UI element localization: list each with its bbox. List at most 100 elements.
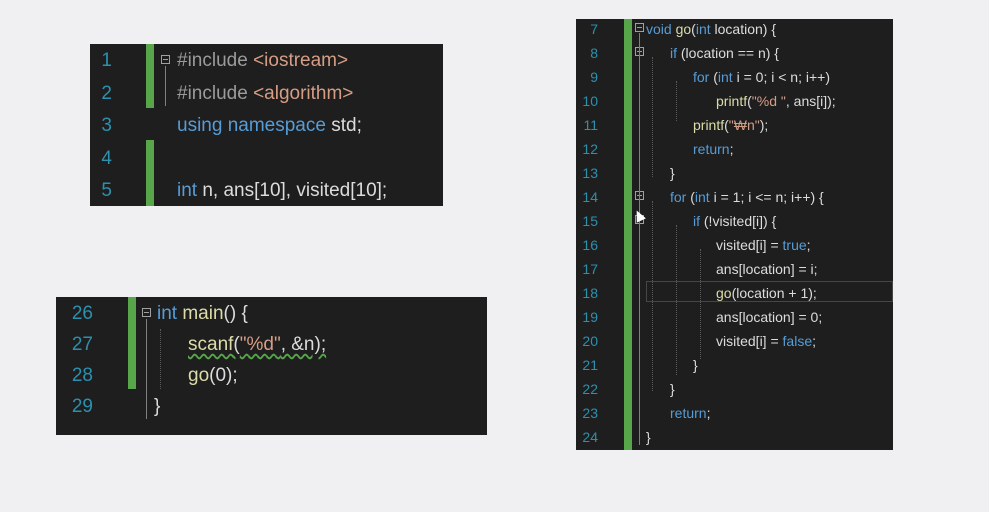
- code-token: go: [188, 365, 210, 386]
- code-token: #include: [177, 50, 254, 71]
- line-number: 1: [101, 50, 112, 71]
- code-token: "₩n": [728, 117, 760, 133]
- code-token: }: [670, 165, 675, 181]
- code-token: }: [670, 381, 675, 397]
- code-line[interactable]: 26 int main() {: [56, 298, 487, 329]
- code-token: ;: [706, 405, 711, 421]
- code-token: visited[i] =: [716, 333, 783, 349]
- code-token: ;: [812, 333, 816, 349]
- code-text: printf("%d ", ans[i]);: [716, 89, 836, 113]
- line-number: 29: [71, 396, 93, 417]
- code-text: }: [646, 425, 651, 449]
- code-token: () {: [223, 303, 248, 324]
- code-line[interactable]: 16 visited[i] = true;: [576, 233, 893, 257]
- code-line[interactable]: 14 for (int i = 1; i <= n; i++) {: [576, 185, 893, 209]
- code-text: if (!visited[i]) {: [693, 209, 776, 233]
- code-line[interactable]: 29}: [56, 391, 487, 422]
- code-token: (location == n) {: [680, 45, 779, 61]
- code-token: (0);: [209, 365, 238, 386]
- line-number: 26: [71, 303, 93, 324]
- line-number: 8: [590, 45, 598, 61]
- code-token: int: [177, 180, 203, 201]
- code-line[interactable]: 27 scanf("%d", &n);: [56, 329, 487, 360]
- code-token: namespace: [227, 115, 332, 136]
- line-number: 24: [582, 429, 598, 445]
- code-token: int: [694, 189, 714, 205]
- code-token: "%d": [239, 334, 281, 355]
- line-number: 16: [582, 237, 598, 253]
- code-token: "%d ": [751, 93, 786, 109]
- code-text: for (int i = 0; i < n; i++): [693, 65, 830, 89]
- line-number: 10: [582, 93, 598, 109]
- code-token: if: [670, 45, 681, 61]
- code-token: false: [782, 333, 813, 349]
- line-number: 13: [582, 165, 598, 181]
- code-line[interactable]: 7 void go(int location) {: [576, 19, 893, 41]
- line-number: 19: [582, 309, 598, 325]
- code-line[interactable]: 11 printf("₩n");: [576, 113, 893, 137]
- code-text: if (location == n) {: [670, 41, 779, 65]
- code-line[interactable]: 9 for (int i = 0; i < n; i++): [576, 65, 893, 89]
- code-line[interactable]: 17 ans[location] = i;: [576, 257, 893, 281]
- code-panel-includes[interactable]: 1 #include <iostream> 2 #include <algorithm…: [90, 44, 443, 206]
- code-text: visited[i] = true;: [716, 233, 811, 257]
- code-text: return;: [693, 137, 733, 161]
- code-token: (!visited[i]) {: [703, 213, 777, 229]
- code-token: n, ans[10], visited[10];: [202, 180, 388, 201]
- code-token: (location + 1);: [731, 285, 817, 301]
- code-token: go: [675, 21, 692, 37]
- code-token: int: [157, 303, 183, 324]
- code-text: #include <algorithm>: [177, 78, 353, 110]
- code-text: for (int i = 1; i <= n; i++) {: [670, 185, 824, 209]
- code-token: }: [693, 357, 698, 373]
- line-number: 18: [582, 285, 598, 301]
- line-number: 3: [101, 115, 112, 136]
- line-number: 27: [71, 334, 93, 355]
- code-line[interactable]: 4: [90, 143, 443, 175]
- code-token: int: [717, 69, 737, 85]
- code-token: main: [182, 303, 224, 324]
- code-token: i = 0; i < n; i++): [736, 69, 830, 85]
- code-line[interactable]: 28 go(0);: [56, 360, 487, 391]
- code-text: #include <iostream>: [177, 45, 348, 77]
- code-text: }: [693, 353, 698, 377]
- code-token: go: [716, 285, 732, 301]
- code-line[interactable]: 1 #include <iostream>: [90, 45, 443, 77]
- line-number: 2: [101, 82, 112, 104]
- code-token: true: [782, 237, 807, 253]
- code-token: }: [646, 429, 651, 445]
- code-token: int: [695, 21, 715, 37]
- code-line[interactable]: 5 int n, ans[10], visited[10];: [90, 175, 443, 206]
- code-line[interactable]: 10 printf("%d ", ans[i]);: [576, 89, 893, 113]
- code-line[interactable]: 20 visited[i] = false;: [576, 329, 893, 353]
- code-line[interactable]: 12 return;: [576, 137, 893, 161]
- line-number: 11: [583, 117, 598, 133]
- code-line[interactable]: 8 if (location == n) {: [576, 41, 893, 65]
- code-line[interactable]: 22}: [576, 377, 893, 401]
- code-token: );: [759, 117, 769, 133]
- code-token: for: [670, 189, 691, 205]
- code-token: std;: [331, 115, 362, 136]
- code-line[interactable]: 19 ans[location] = 0;: [576, 305, 893, 329]
- code-text: int n, ans[10], visited[10];: [177, 175, 387, 206]
- code-token: ;: [729, 141, 734, 157]
- code-line[interactable]: 24}: [576, 425, 893, 449]
- line-number: 20: [582, 333, 598, 349]
- code-line[interactable]: 13}: [576, 161, 893, 185]
- code-text: ans[location] = 0;: [716, 305, 822, 329]
- code-line[interactable]: 18 go(location + 1);: [576, 281, 893, 305]
- code-text: }: [154, 391, 160, 422]
- line-number: 28: [71, 365, 93, 386]
- code-line[interactable]: 15 if (!visited[i]) {: [576, 209, 893, 233]
- code-line[interactable]: 3 using namespace std;: [90, 110, 443, 142]
- line-number: 12: [582, 141, 598, 157]
- line-number: 17: [582, 261, 598, 277]
- code-line[interactable]: 21}: [576, 353, 893, 377]
- code-line[interactable]: 23 return;: [576, 401, 893, 425]
- line-number: 15: [582, 213, 598, 229]
- code-token: return: [670, 405, 707, 421]
- code-panel-go[interactable]: 7 void go(int location) { 8 if (location ==…: [576, 19, 893, 450]
- code-panel-main[interactable]: 26 int main() { 27 scanf("%d", &n); 28 go(0);…: [56, 297, 487, 435]
- code-line[interactable]: 2 #include <algorithm>: [90, 78, 443, 110]
- code-text: go(0);: [188, 360, 238, 391]
